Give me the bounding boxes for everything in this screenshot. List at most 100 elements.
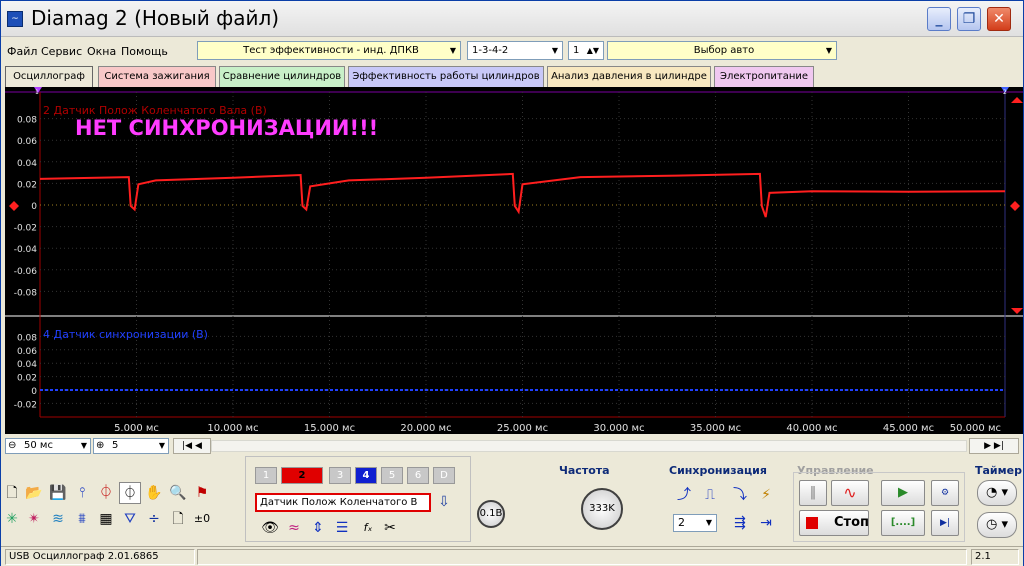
sync-rise-icon[interactable]: ⤴ (673, 484, 695, 506)
spinner-icon: ▲▼ (586, 46, 599, 55)
ch2-label: 4 Датчик синхронизации (В) (43, 328, 208, 341)
table-icon[interactable]: ▦ (95, 508, 117, 530)
open-folder-icon[interactable]: 📂 (23, 482, 45, 504)
wave-filter-icon[interactable]: ≈ (283, 517, 305, 539)
timer-clock-icon[interactable]: ◔ ▾ (977, 480, 1017, 506)
menu-windows[interactable]: Окна (87, 45, 116, 58)
sync-channel-value: 2 (678, 516, 685, 529)
tool-b-icon[interactable]: ✴ (23, 508, 45, 530)
firing-order-select[interactable]: 1-3-4-2 ▼ (467, 41, 563, 60)
menu-file[interactable]: Файл (7, 45, 37, 58)
hand-pan-icon[interactable]: ✋ (143, 482, 165, 504)
tab-cylinder-efficiency[interactable]: Эффективность работы цилиндров (348, 66, 544, 87)
auto-settings-icon[interactable]: ⚙ (931, 480, 959, 506)
test-select[interactable]: Тест эффективности - инд. ДПКВ ▼ (197, 41, 461, 60)
channel-source-select[interactable]: Датчик Полож Коленчатого В (255, 493, 431, 512)
oscilloscope-plot[interactable]: 0.08 0.06 0.04 0.02 0 -0.02 -0.04 -0.06 -0.08 0.0… (5, 87, 1023, 434)
sync-edge-icon[interactable]: ⎍ (699, 484, 721, 506)
flag-icon[interactable]: ⚑ (191, 482, 213, 504)
channel-export-icon[interactable]: ⇩ (433, 491, 455, 513)
scale-select[interactable]: ⊕ 5 ▼ (93, 438, 169, 454)
tab-ignition[interactable]: Система зажигания (98, 66, 216, 87)
no-sync-warning: НЕТ СИНХРОНИЗАЦИИ!!! (75, 116, 378, 140)
volt-knob[interactable]: 0.1В (461, 486, 519, 536)
auto-run-icon[interactable]: ▶| (931, 510, 959, 536)
channel-d-button[interactable]: D (433, 467, 455, 484)
ch1-tick-label: 0.04 (17, 159, 37, 169)
sync-center-icon[interactable]: ⇥ (755, 512, 777, 534)
tab-pressure[interactable]: Анализ давления в цилиндре (547, 66, 711, 87)
capture-button[interactable]: [....] (881, 510, 925, 536)
stop-button[interactable]: Стоп (799, 510, 869, 536)
waves-icon[interactable]: ≋ (47, 508, 69, 530)
ch2-tick-label: 0.06 (17, 347, 37, 357)
scroll-end-button[interactable]: ▶ ▶| (969, 438, 1019, 454)
main-window: ~ Diamag 2 (Новый файл) _ ❐ ✕ Файл Серви… (0, 0, 1024, 566)
ch1-tick-label: 0.06 (17, 137, 37, 147)
tab-cylinder-compare[interactable]: Сравнение цилиндров (219, 66, 345, 87)
channel-3-button[interactable]: 3 (329, 467, 351, 484)
timebase-select[interactable]: ⊖ 50 мс ▼ (5, 438, 91, 454)
channel-5-button[interactable]: 5 (381, 467, 403, 484)
ch1-tick-label: 0.08 (17, 116, 37, 126)
auto-trigger-icon[interactable]: ⏀ (119, 482, 141, 504)
zero-offset-icon[interactable]: ±0 (191, 508, 213, 530)
scroll-start-button[interactable]: |◀ ◀ (173, 438, 211, 454)
maximize-button[interactable]: ❐ (957, 7, 981, 31)
function-icon[interactable]: fₓ (357, 517, 379, 539)
sync-channel-select[interactable]: 2 ▼ (673, 514, 717, 532)
freq-knob-value: 333K (589, 503, 615, 514)
cursor-measure-icon[interactable]: ⫯ (71, 482, 93, 504)
sync-level-icon[interactable]: ⇶ (729, 512, 751, 534)
window-title: Diamag 2 (Новый файл) (31, 6, 280, 30)
sync-fall-icon[interactable]: ⤵ (729, 484, 751, 506)
tools-icon[interactable]: ✂ (379, 517, 401, 539)
divide-icon[interactable]: ÷ (143, 508, 165, 530)
play-icon[interactable]: ▶ (881, 480, 925, 506)
cyl-count-stepper[interactable]: 1 ▲▼ (568, 41, 604, 60)
line-style-icon[interactable]: ☰ (331, 517, 353, 539)
filter-icon[interactable]: ⛛ (119, 508, 141, 530)
horizontal-scrollbar[interactable] (211, 440, 967, 452)
pause-icon[interactable]: ‖ (799, 480, 827, 506)
auto-select[interactable]: Выбор авто ▼ (607, 41, 837, 60)
freq-knob[interactable]: 333K (581, 488, 623, 530)
sine-icon[interactable]: ∿ (831, 480, 869, 506)
trigger-icon[interactable]: ⏀ (95, 482, 117, 504)
ch1-tick-label: -0.06 (14, 267, 38, 277)
sync-auto-icon[interactable]: ⚡ (755, 484, 777, 506)
title-bar: ~ Diamag 2 (Новый файл) _ ❐ ✕ (1, 1, 1023, 37)
ch2-tick-label: 0.08 (17, 333, 37, 343)
tab-power[interactable]: Электропитание (714, 66, 814, 87)
tool-a-icon[interactable]: ✳ (1, 508, 23, 530)
channel-1-button[interactable]: 1 (255, 467, 277, 484)
eye-icon[interactable]: 👁 (259, 517, 281, 539)
chevron-down-icon: ▼ (705, 518, 712, 527)
tab-oscilloscope[interactable]: Осциллограф (5, 66, 93, 88)
chevron-down-icon: ▼ (80, 441, 87, 450)
timer-alarm-icon[interactable]: ◷ ▾ (977, 512, 1017, 538)
menu-help[interactable]: Помощь (121, 45, 168, 58)
channel-4-button[interactable]: 4 (355, 467, 377, 484)
zoom-out-icon: ⊖ (8, 440, 17, 451)
chevron-down-icon: ▼ (551, 46, 558, 55)
chevron-down-icon: ▼ (825, 46, 832, 55)
page-icon[interactable]: 🗋 (167, 508, 189, 530)
save-icon[interactable]: 💾 (47, 482, 69, 504)
plot-svg[interactable]: 0.08 0.06 0.04 0.02 0 -0.02 -0.04 -0.06 -0.08 0.0… (5, 87, 1023, 434)
ch2-tick-label: 0.02 (17, 374, 37, 384)
ch1-tick-label: 0.02 (17, 180, 37, 190)
vertical-move-icon[interactable]: ⇕ (307, 517, 329, 539)
channel-2-button[interactable]: 2 (281, 467, 323, 484)
channel-6-button[interactable]: 6 (407, 467, 429, 484)
ch2-tick-label: -0.02 (14, 400, 37, 410)
test-select-value: Тест эффективности - инд. ДПКВ (243, 45, 419, 56)
timebase-value: 50 мс (24, 440, 53, 451)
spectrum-icon[interactable]: ⩩ (71, 508, 93, 530)
close-button[interactable]: ✕ (987, 7, 1011, 31)
new-file-icon[interactable]: 🗋 (1, 482, 23, 504)
zoom-icon[interactable]: 🔍 (167, 482, 189, 504)
minimize-button[interactable]: _ (927, 7, 951, 31)
x-tick-label: 35.000 мс (690, 423, 741, 434)
menu-service[interactable]: Сервис (41, 45, 82, 58)
